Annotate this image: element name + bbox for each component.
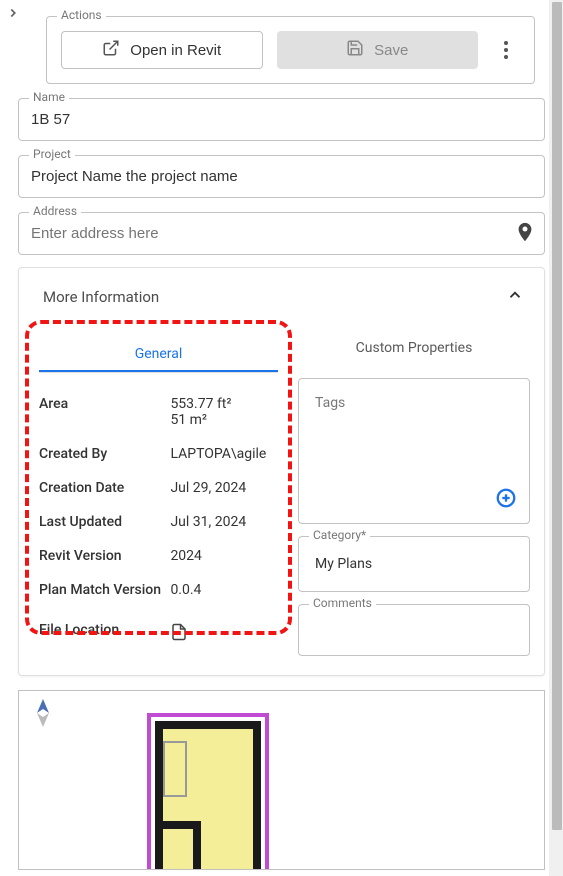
info-row-area: Area 553.77 ft² 51 m² bbox=[39, 387, 278, 437]
general-info-section: General Area 553.77 ft² 51 m² Created By… bbox=[33, 326, 284, 661]
info-row-plan-match-version: Plan Match Version 0.0.4 bbox=[39, 573, 278, 607]
add-tag-button[interactable] bbox=[495, 487, 517, 513]
save-button: Save bbox=[277, 31, 479, 69]
info-key: Creation Date bbox=[39, 480, 170, 496]
info-val: Jul 29, 2024 bbox=[170, 480, 278, 496]
info-row-file-location: File Location bbox=[39, 613, 278, 655]
category-label: Category* bbox=[309, 528, 370, 542]
save-icon bbox=[346, 39, 364, 61]
project-input[interactable] bbox=[31, 168, 532, 185]
chevron-up-icon bbox=[506, 286, 524, 308]
scrollbar-thumb[interactable] bbox=[552, 2, 562, 830]
info-key: Area bbox=[39, 396, 170, 428]
open-external-icon bbox=[102, 39, 120, 61]
name-label: Name bbox=[29, 90, 69, 104]
tab-custom-properties[interactable]: Custom Properties bbox=[298, 332, 530, 366]
info-key: Created By bbox=[39, 446, 170, 462]
category-field[interactable]: Category* My Plans bbox=[298, 536, 530, 592]
compass-icon bbox=[33, 699, 53, 731]
file-location-icon[interactable] bbox=[170, 622, 278, 646]
comments-field[interactable]: Comments bbox=[298, 604, 530, 656]
info-row-creation-date: Creation Date Jul 29, 2024 bbox=[39, 471, 278, 505]
location-pin-icon[interactable] bbox=[514, 221, 536, 247]
address-input[interactable] bbox=[31, 225, 506, 242]
info-val: 0.0.4 bbox=[170, 582, 278, 598]
info-key: File Location bbox=[39, 622, 170, 646]
open-in-revit-button[interactable]: Open in Revit bbox=[61, 31, 263, 69]
address-label: Address bbox=[29, 204, 81, 218]
info-row-revit-version: Revit Version 2024 bbox=[39, 539, 278, 573]
more-information-toggle[interactable]: More Information bbox=[19, 268, 544, 326]
more-actions-menu[interactable] bbox=[492, 41, 520, 59]
name-field[interactable]: Name bbox=[18, 98, 545, 141]
more-information-panel: More Information General Area 553.77 ft²… bbox=[18, 267, 545, 676]
tab-general[interactable]: General bbox=[39, 336, 278, 372]
tags-field[interactable]: Tags bbox=[298, 378, 530, 524]
floorplan-preview[interactable] bbox=[18, 690, 545, 870]
info-key: Last Updated bbox=[39, 514, 170, 530]
info-val: Jul 31, 2024 bbox=[170, 514, 278, 530]
name-input[interactable] bbox=[31, 111, 532, 128]
more-information-title: More Information bbox=[43, 288, 159, 306]
info-val: 2024 bbox=[170, 548, 278, 564]
info-key: Revit Version bbox=[39, 548, 170, 564]
project-label: Project bbox=[29, 147, 75, 161]
info-key: Plan Match Version bbox=[39, 582, 170, 598]
scrollbar-track[interactable]: ▲ bbox=[549, 0, 563, 876]
open-in-revit-label: Open in Revit bbox=[130, 42, 221, 59]
comments-label: Comments bbox=[309, 596, 376, 610]
category-value: My Plans bbox=[315, 556, 372, 572]
info-row-created-by: Created By LAPTOPA\agile bbox=[39, 437, 278, 471]
address-field[interactable]: Address bbox=[18, 212, 545, 255]
info-val: LAPTOPA\agile bbox=[170, 446, 278, 462]
actions-legend: Actions bbox=[57, 8, 106, 22]
actions-group: Actions Open in Revit Save bbox=[46, 16, 535, 84]
save-label: Save bbox=[374, 42, 408, 59]
project-field[interactable]: Project bbox=[18, 155, 545, 198]
floorplan-bounds bbox=[147, 713, 269, 870]
info-val: 553.77 ft² 51 m² bbox=[170, 396, 278, 428]
tags-placeholder: Tags bbox=[315, 395, 345, 411]
info-row-last-updated: Last Updated Jul 31, 2024 bbox=[39, 505, 278, 539]
expand-panel-chevron[interactable] bbox=[6, 6, 20, 24]
